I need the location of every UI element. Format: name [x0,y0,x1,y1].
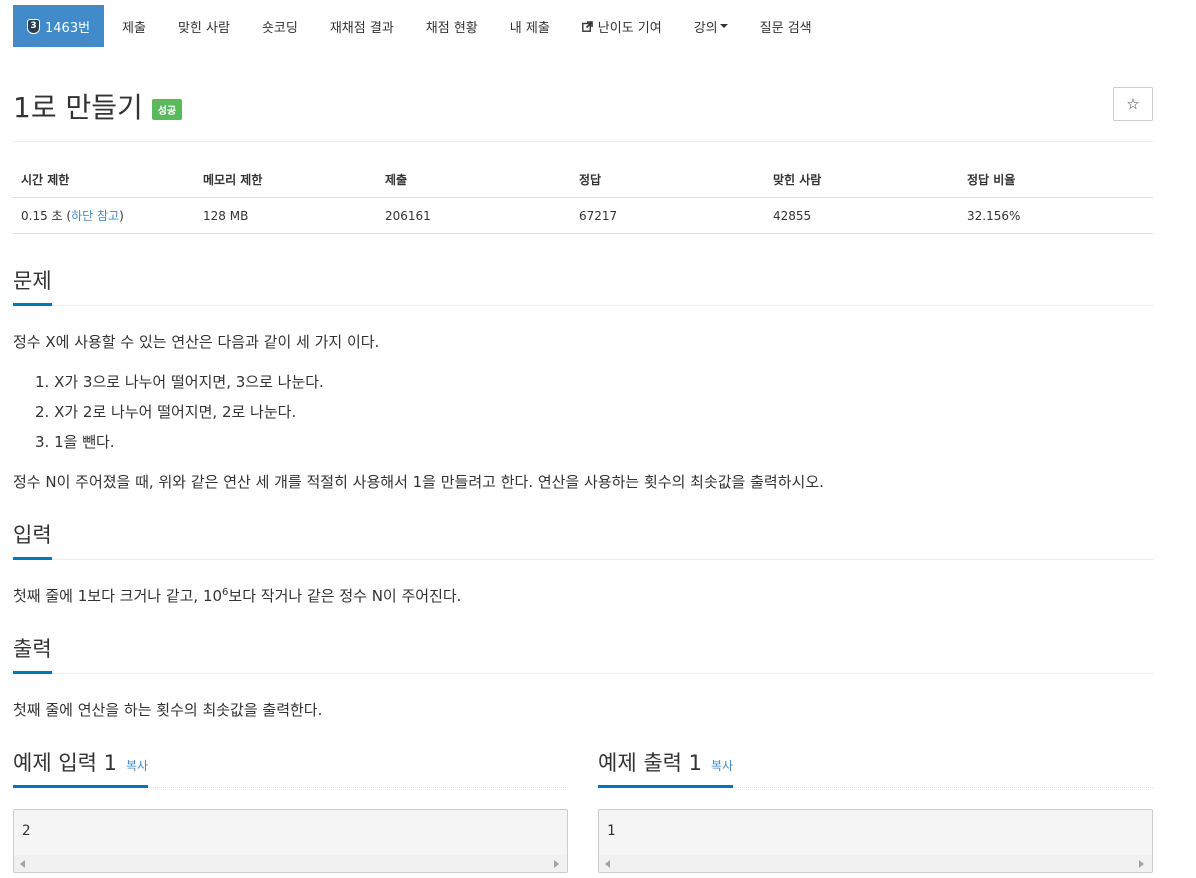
problem-title-row: 1로 만들기 성공 [13,86,183,126]
list-item: 2. X가 2로 나누어 떨어지면, 2로 나눈다. [35,403,297,421]
sample-input-box[interactable]: 2 [13,809,568,873]
section-title: 입력 [13,519,52,560]
table-header: 맞힌 사람 [765,162,959,198]
nav-label: 강의 [693,20,718,36]
horizontal-scrollbar[interactable] [14,855,567,872]
problem-info-table: 시간 제한 메모리 제한 제출 정답 맞힌 사람 정답 비율 0.15 초 (하… [13,162,1153,234]
nav-label: 채점 현황 [425,20,478,36]
time-limit-value: 0.15 초 [21,209,63,223]
nav-item-rejudge[interactable]: 재채점 결과 [314,5,410,47]
scroll-left-icon[interactable] [605,860,610,868]
caret-down-icon [719,24,728,28]
scroll-left-icon[interactable] [20,860,25,868]
input-text: 첫째 줄에 1보다 크거나 같고, 10 [13,587,223,605]
sample-output-box[interactable]: 1 [598,809,1153,873]
output-description: 첫째 줄에 연산을 하는 횟수의 최솟값을 출력한다. [13,701,323,719]
title-divider [13,141,1153,142]
section-title: 예제 출력 1 복사 [598,747,734,788]
sample-output-heading: 예제 출력 1 복사 [598,747,1153,788]
nav-item-status[interactable]: 채점 현황 [410,5,494,47]
input-text: 보다 작거나 같은 정수 N이 주어진다. [228,587,462,605]
nav-item-question-search[interactable]: 질문 검색 [744,5,828,47]
scroll-right-icon[interactable] [554,860,559,868]
description-heading: 문제 [13,265,1153,306]
nav-item-solvers[interactable]: 맞힌 사람 [162,5,246,47]
table-header: 시간 제한 [13,162,195,198]
nav-label: 맞힌 사람 [177,20,230,36]
table-header-row: 시간 제한 메모리 제한 제출 정답 맞힌 사람 정답 비율 [13,162,1153,198]
time-limit-cell: 0.15 초 (하단 참고) [13,197,195,234]
table-header: 정답 [571,162,765,198]
table-header: 메모리 제한 [195,162,377,198]
status-badge: 성공 [151,98,183,120]
list-item: 1. X가 3으로 나누어 떨어지면, 3으로 나눈다. [35,373,324,391]
sample-output-value: 1 [607,823,616,839]
ratio-cell: 32.156% [959,197,1153,234]
nav-label: 숏코딩 [261,20,298,36]
table-header: 제출 [377,162,571,198]
nav-item-problem-label: 1463번 [45,20,91,36]
output-heading: 출력 [13,633,1153,674]
description-intro: 정수 X에 사용할 수 있는 연산은 다음과 같이 세 가지 이다. [13,333,380,351]
star-icon: ☆ [1126,95,1140,113]
sample-input-value: 2 [22,823,31,839]
nav-label: 재채점 결과 [329,20,394,36]
nav-label: 제출 [122,20,146,36]
horizontal-scrollbar[interactable] [599,855,1152,872]
scroll-right-icon[interactable] [1139,860,1144,868]
nav-item-submit[interactable]: 제출 [104,5,162,47]
nav-label: 난이도 기여 [597,20,662,36]
nav-item-problem[interactable]: 3 1463번 [13,5,105,47]
paren: ) [119,209,124,223]
submissions-cell: 206161 [377,197,571,234]
nav-item-difficulty[interactable]: 난이도 기여 [566,5,678,47]
table-header: 정답 비율 [959,162,1153,198]
solvers-cell: 42855 [765,197,959,234]
nav-label: 질문 검색 [759,20,812,36]
copy-sample-input-button[interactable]: 복사 [126,759,148,773]
list-item: 3. 1을 뺀다. [35,433,115,451]
memory-limit-cell: 128 MB [195,197,377,234]
section-title: 문제 [13,265,52,306]
nav-item-my-submissions[interactable]: 내 제출 [494,5,566,47]
section-title: 출력 [13,633,52,674]
favorite-button[interactable]: ☆ [1113,87,1153,121]
tier-badge-icon: 3 [27,18,40,34]
nav-item-shortcoding[interactable]: 숏코딩 [246,5,314,47]
sample-input-title: 예제 입력 1 [13,751,117,775]
external-link-icon [581,20,593,32]
page-title: 1로 만들기 [13,91,143,124]
table-row: 0.15 초 (하단 참고) 128 MB 206161 67217 42855… [13,197,1153,234]
copy-sample-output-button[interactable]: 복사 [711,759,733,773]
time-note-link[interactable]: 하단 참고 [71,209,119,223]
description-outro: 정수 N이 주어졌을 때, 위와 같은 연산 세 개를 적절히 사용해서 1을 … [13,473,824,491]
input-heading: 입력 [13,519,1153,560]
problem-menu: 3 1463번 제출 맞힌 사람 숏코딩 재채점 결과 채점 현황 내 제출 난… [13,5,828,47]
section-title: 예제 입력 1 복사 [13,747,149,788]
sample-input-heading: 예제 입력 1 복사 [13,747,568,788]
nav-label: 내 제출 [509,20,550,36]
sample-output-title: 예제 출력 1 [598,751,702,775]
nav-item-lecture[interactable]: 강의 [678,5,744,47]
input-description: 첫째 줄에 1보다 크거나 같고, 106보다 작거나 같은 정수 N이 주어진… [13,585,461,606]
accepted-cell: 67217 [571,197,765,234]
